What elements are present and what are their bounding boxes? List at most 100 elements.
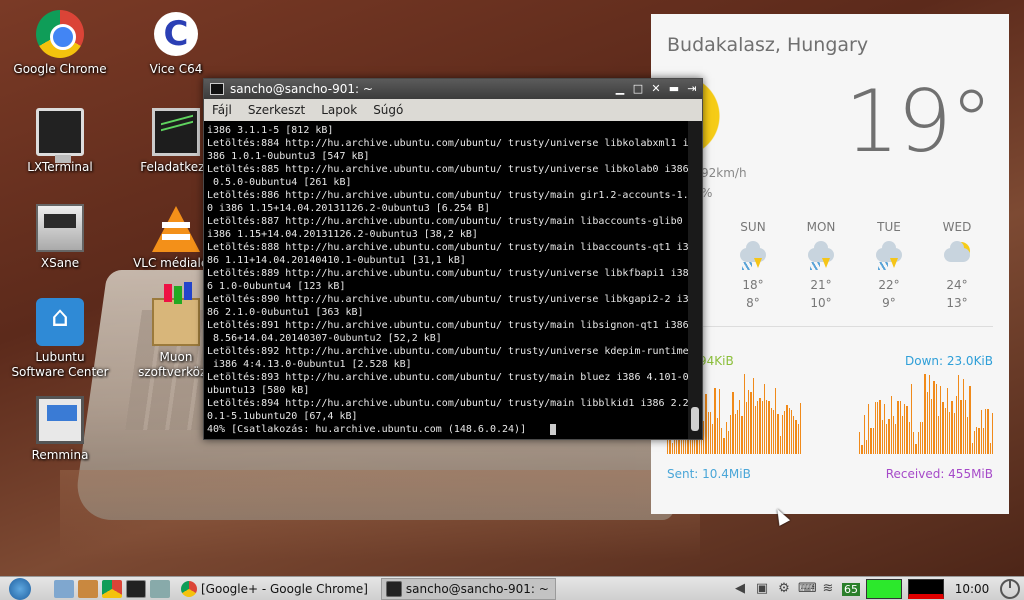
forecast-high: 24°	[946, 278, 968, 292]
graph-bar	[671, 442, 673, 454]
graph-bar	[985, 409, 987, 454]
power-icon[interactable]	[1000, 579, 1020, 599]
terminal-icon	[385, 580, 402, 597]
graph-bar	[870, 427, 872, 454]
terminal-line: 6 1.0-0ubuntu4 [123 kB]	[207, 281, 346, 292]
graph-bar	[906, 406, 908, 454]
graph-bar	[750, 391, 752, 454]
terminal-icon[interactable]	[126, 579, 146, 598]
graph-bar	[678, 439, 680, 454]
graph-bar	[788, 407, 790, 454]
graph-bar	[962, 378, 964, 454]
graph-bar	[757, 401, 759, 454]
graph-bar	[944, 408, 946, 454]
terminal-line: i386 3.1.1-5 [812 kB]	[207, 125, 334, 136]
graph-bar	[707, 412, 709, 454]
forecast-low: 8°	[746, 296, 760, 310]
terminal-line: i386 4:4.13.0-0ubuntu1 [2.528 kB]	[207, 359, 412, 370]
terminal-line: ubuntu13 [580 kB]	[207, 385, 310, 396]
graph-bar	[953, 413, 955, 454]
terminal-menubar: Fájl Szerkeszt Lapok Súgó	[204, 99, 702, 121]
pin-icon[interactable]: ⇥	[686, 79, 698, 99]
graph-bar	[761, 401, 763, 454]
window-title: sancho@sancho-901: ~	[230, 82, 373, 96]
terminal-icon	[210, 83, 224, 95]
desktop-icon-remmina[interactable]: Remmina	[5, 396, 115, 463]
remote-desktop-icon[interactable]	[150, 579, 170, 598]
graph-bar	[980, 410, 982, 454]
close-icon[interactable]: ✕	[650, 79, 662, 99]
graph-bar	[763, 383, 765, 454]
graph-bar	[718, 389, 720, 454]
wind-speed: 92km/h	[701, 166, 747, 180]
graph-bar	[770, 408, 772, 454]
terminal-output[interactable]: i386 3.1.1-5 [812 kB] Letöltés:884 http:/…	[204, 121, 688, 439]
desktop-icon-vice[interactable]: C Vice C64	[121, 10, 231, 77]
memory-monitor[interactable]	[908, 579, 944, 599]
updates-icon[interactable]: ⚙	[776, 581, 792, 597]
graph-bar	[705, 394, 707, 454]
shade-icon[interactable]: ▬	[668, 79, 680, 99]
file-manager-icon[interactable]	[78, 579, 98, 598]
task-manager-icon	[152, 108, 200, 156]
graph-bar	[748, 390, 750, 454]
terminal-line: Letöltés:884 http://hu.archive.ubuntu.co…	[207, 138, 688, 149]
graph-bar	[881, 420, 883, 454]
minimize-icon[interactable]: ▁	[614, 79, 626, 99]
chrome-icon[interactable]	[102, 579, 122, 598]
graph-bar	[772, 410, 774, 454]
cpu-monitor[interactable]	[866, 579, 902, 599]
start-menu-button[interactable]	[0, 577, 40, 600]
graph-bar	[730, 414, 732, 454]
graph-bar	[892, 415, 894, 454]
volume-icon[interactable]: ◀	[732, 581, 748, 597]
graph-bar	[924, 374, 926, 454]
graph-bar	[883, 404, 885, 454]
graph-bar	[928, 374, 930, 454]
device-icon[interactable]: ▣	[754, 581, 770, 597]
terminal-line: Letöltés:889 http://hu.archive.ubuntu.co…	[207, 268, 688, 279]
graph-bar	[973, 430, 975, 454]
menu-tabs[interactable]: Lapok	[313, 99, 365, 121]
task-label: sancho@sancho-901: ~	[405, 581, 549, 596]
scanner-icon	[36, 204, 84, 252]
taskbar-task-terminal[interactable]: sancho@sancho-901: ~	[380, 577, 556, 600]
vlc-cone-icon	[152, 204, 200, 252]
thunderstorm-icon	[872, 240, 906, 274]
cpu-percentage: 65	[842, 582, 860, 596]
terminal-window[interactable]: sancho@sancho-901: ~ ▁ □ ✕ ▬ ⇥ Fájl Szer…	[203, 78, 703, 440]
desktop-icon-lxterminal[interactable]: LXTerminal	[5, 108, 115, 175]
forecast-low: 13°	[946, 296, 968, 310]
graph-bar	[777, 414, 779, 454]
forecast-high: 21°	[810, 278, 832, 292]
maximize-icon[interactable]: □	[632, 79, 644, 99]
graph-bar	[725, 422, 727, 454]
graph-bar	[971, 442, 973, 454]
thunderstorm-icon	[804, 240, 838, 274]
graph-bar	[904, 403, 906, 454]
menu-edit[interactable]: Szerkeszt	[240, 99, 313, 121]
show-desktop-icon[interactable]	[54, 579, 74, 598]
terminal-scrollbar[interactable]	[688, 121, 702, 439]
graph-bar	[727, 430, 729, 454]
terminal-line: Letöltés:891 http://hu.archive.ubuntu.co…	[207, 320, 688, 331]
desktop-icon-chrome[interactable]: Google Chrome	[5, 10, 115, 77]
graph-bar	[786, 405, 788, 454]
keyboard-icon[interactable]: ⌨	[798, 581, 817, 597]
total-received: Received: 455MiB	[885, 467, 993, 481]
desktop-icon-lubuntu-software[interactable]: Lubuntu Software Center	[5, 298, 115, 380]
scrollbar-thumb[interactable]	[691, 407, 699, 431]
taskbar: [Google+ - Google Chrome] sancho@sancho-…	[0, 576, 1024, 600]
wifi-icon[interactable]: ≋	[820, 581, 836, 597]
window-titlebar[interactable]: sancho@sancho-901: ~ ▁ □ ✕ ▬ ⇥	[204, 79, 702, 99]
graph-bar	[933, 381, 935, 454]
menu-help[interactable]: Súgó	[365, 99, 411, 121]
graph-bar	[910, 384, 912, 454]
taskbar-task-chrome[interactable]: [Google+ - Google Chrome]	[176, 578, 375, 600]
menu-file[interactable]: Fájl	[204, 99, 240, 121]
graph-bar	[989, 442, 991, 454]
desktop-icon-xsane[interactable]: XSane	[5, 204, 115, 271]
graph-bar	[736, 410, 738, 454]
terminal-line: Letöltés:890 http://hu.archive.ubuntu.co…	[207, 294, 688, 305]
clock[interactable]: 10:00	[950, 582, 994, 596]
